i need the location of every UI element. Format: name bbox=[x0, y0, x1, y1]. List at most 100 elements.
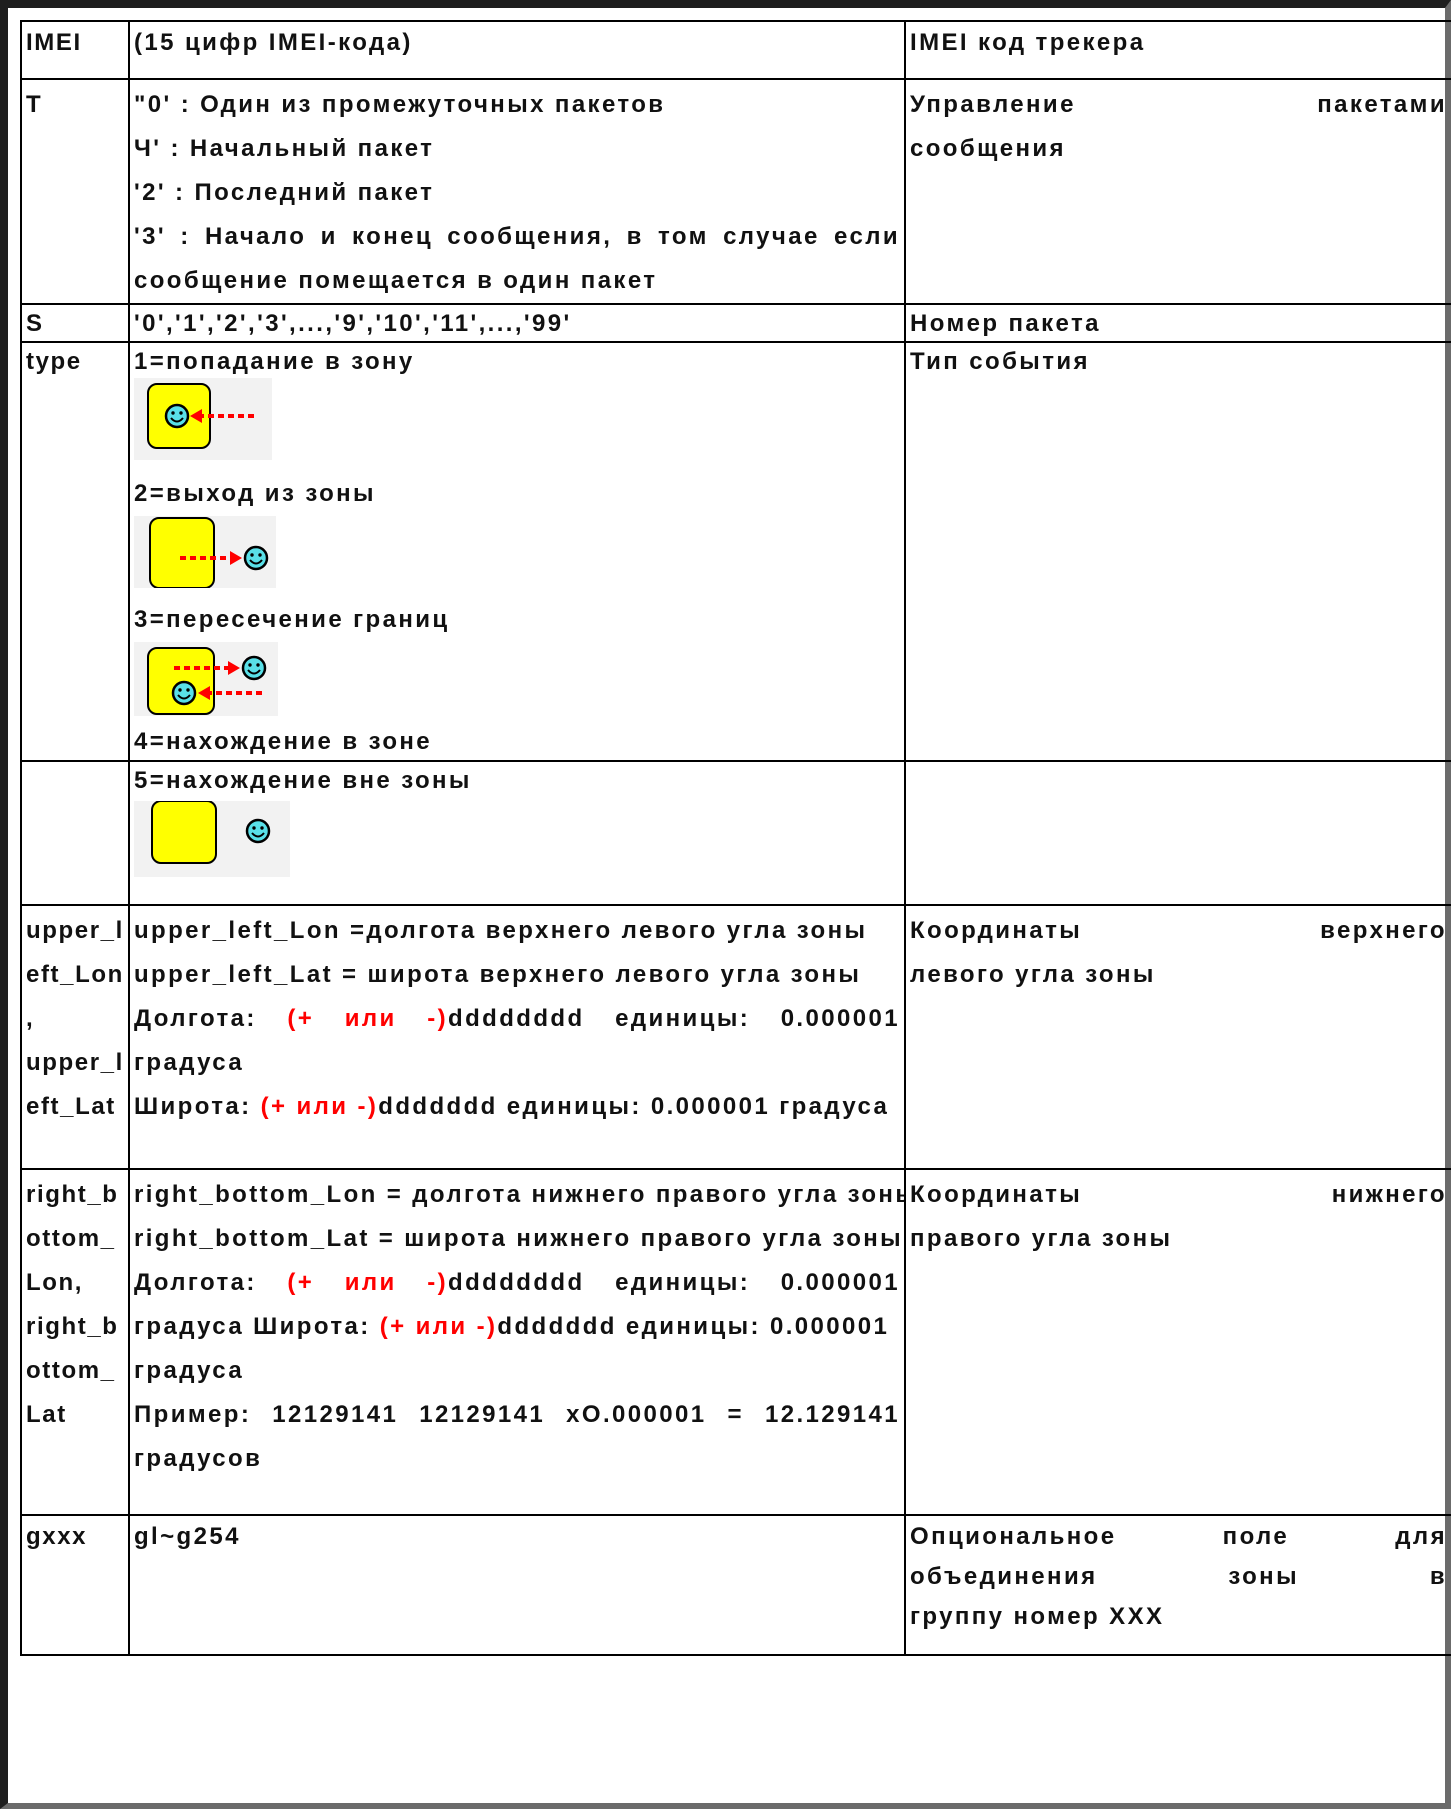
field-name: S bbox=[26, 310, 44, 337]
example-line: Пример: 12129141 12129141 xO.000001 = 12… bbox=[134, 1401, 900, 1428]
description-text: Тип события bbox=[910, 348, 1090, 375]
example-line: градусов bbox=[134, 1445, 263, 1472]
description-line: объединения зоны в bbox=[910, 1563, 1447, 1590]
value-text: (15 цифр IMEI-кода) bbox=[134, 29, 413, 56]
table-row-outside-zone: 5=нахождение вне зоны bbox=[20, 760, 1451, 906]
description-cell bbox=[904, 760, 1451, 906]
field-name-line: ottom_ bbox=[26, 1357, 116, 1384]
value-line: right_bottom_Lon = долгота нижнего право… bbox=[134, 1181, 905, 1208]
field-name-cell: IMEI bbox=[20, 20, 130, 80]
table-row-t: T "0' : Один из промежуточных пакетов Ч'… bbox=[20, 78, 1451, 305]
description-cell: Координаты нижнего правого угла зоны bbox=[904, 1168, 1451, 1516]
event-label: 5=нахождение вне зоны bbox=[134, 767, 472, 794]
value-text: gl~g254 bbox=[134, 1523, 241, 1550]
event-label: 2=выход из зоны bbox=[134, 480, 376, 507]
description-cell: Координаты верхнего левого угла зоны bbox=[904, 904, 1451, 1170]
sign-note: (+ или -) bbox=[287, 1005, 449, 1032]
longitude-label: Долгота: bbox=[134, 1269, 257, 1296]
field-name-cell: gxxx bbox=[20, 1514, 130, 1656]
value-line: Долгота: (+ или -)dddddddd единицы: 0.00… bbox=[134, 997, 900, 1041]
field-name-line: upper_l bbox=[26, 1049, 124, 1076]
field-name-cell: T bbox=[20, 78, 130, 305]
value-cell: '0','1','2','3',...,'9','10','11',...,'9… bbox=[128, 303, 906, 343]
description-cell: IMEI код трекера bbox=[904, 20, 1451, 80]
table-row-upper-left: upper_l eft_Lon , upper_l eft_Lat upper_… bbox=[20, 904, 1451, 1170]
longitude-format: dddddddd единицы: 0.000001 bbox=[448, 1269, 900, 1296]
value-line: градуса bbox=[134, 1049, 245, 1076]
table-row-gxxx: gxxx gl~g254 Опциональное поле для объед… bbox=[20, 1514, 1451, 1656]
description-line: сообщения bbox=[910, 135, 1066, 162]
field-name-line: eft_Lat bbox=[26, 1093, 116, 1120]
event-label: 4=нахождение в зоне bbox=[134, 728, 433, 755]
field-name: gxxx bbox=[26, 1523, 88, 1550]
description-text: IMEI код трекера bbox=[910, 29, 1146, 56]
value-cell: right_bottom_Lon = долгота нижнего право… bbox=[128, 1168, 906, 1516]
field-name-line: Lat bbox=[26, 1401, 67, 1428]
field-name-line: ottom_ bbox=[26, 1225, 116, 1252]
longitude-label: Долгота: bbox=[134, 1005, 257, 1032]
description-cell: Опциональное поле для объединения зоны в… bbox=[904, 1514, 1451, 1656]
description-line: левого угла зоны bbox=[910, 961, 1156, 988]
exit-zone-icon bbox=[134, 516, 900, 588]
value-line: Ч' : Начальный пакет bbox=[134, 135, 435, 162]
sign-note: (+ или -) bbox=[379, 1313, 498, 1340]
value-line: upper_left_Lat = широта верхнего левого … bbox=[134, 961, 862, 988]
value-cell: 1=попадание в зону 2=выход из зоны 3=пер… bbox=[128, 341, 906, 762]
value-cell: upper_left_Lon =долгота верхнего левого … bbox=[128, 904, 906, 1170]
outside-zone-icon bbox=[134, 801, 900, 877]
description-text: Номер пакета bbox=[910, 310, 1101, 337]
value-text: '0','1','2','3',...,'9','10','11',...,'9… bbox=[134, 310, 572, 337]
field-name-cell: upper_l eft_Lon , upper_l eft_Lat bbox=[20, 904, 130, 1170]
latitude-format: ddddddd единицы: 0.000001 градуса bbox=[378, 1093, 890, 1120]
table-row-type: type 1=попадание в зону 2=выход из зоны bbox=[20, 341, 1451, 762]
value-line: '2' : Последний пакет bbox=[134, 179, 435, 206]
longitude-format: dddddddd единицы: 0.000001 bbox=[448, 1005, 900, 1032]
field-name-cell: type bbox=[20, 341, 130, 762]
description-line: группу номер XXX bbox=[910, 1603, 1165, 1630]
table-row-s: S '0','1','2','3',...,'9','10','11',...,… bbox=[20, 303, 1451, 343]
value-line: градуса Широта: (+ или -)ddddddd единицы… bbox=[134, 1305, 900, 1349]
value-cell: 5=нахождение вне зоны bbox=[128, 760, 906, 906]
field-name-line: upper_l bbox=[26, 917, 124, 944]
field-name-line: right_b bbox=[26, 1313, 119, 1340]
description-cell: Номер пакета bbox=[904, 303, 1451, 343]
latitude-label: Широта: bbox=[134, 1093, 252, 1120]
table-row-right-bottom: right_b ottom_ Lon, right_b ottom_ Lat r… bbox=[20, 1168, 1451, 1516]
value-cell: "0' : Один из промежуточных пакетов Ч' :… bbox=[128, 78, 906, 305]
event-label: 3=пересечение границ bbox=[134, 606, 450, 633]
value-line: градуса bbox=[134, 1357, 245, 1384]
field-name-line: , bbox=[26, 1005, 35, 1032]
cross-border-icon bbox=[134, 642, 900, 716]
field-name: IMEI bbox=[26, 29, 82, 56]
description-line: правого угла зоны bbox=[910, 1225, 1173, 1252]
field-name-line: Lon, bbox=[26, 1269, 84, 1296]
table-row-imei: IMEI (15 цифр IMEI-кода) IMEI код трекер… bbox=[20, 20, 1451, 80]
field-name: type bbox=[26, 348, 82, 375]
geofence-field-table: IMEI (15 цифр IMEI-кода) IMEI код трекер… bbox=[20, 20, 1451, 1656]
latitude-label: градуса Широта: bbox=[134, 1313, 371, 1340]
field-name: T bbox=[26, 91, 43, 118]
description-line: Координаты нижнего bbox=[910, 1181, 1447, 1208]
description-line: Опциональное поле для bbox=[910, 1523, 1447, 1550]
description-line: Координаты верхнего bbox=[910, 917, 1447, 944]
field-name-line: right_b bbox=[26, 1181, 119, 1208]
value-line: right_bottom_Lat = широта нижнего правог… bbox=[134, 1225, 904, 1252]
description-line: Управление пакетами bbox=[910, 91, 1447, 118]
event-label: 1=попадание в зону bbox=[134, 348, 415, 375]
field-name-cell: S bbox=[20, 303, 130, 343]
field-name-cell: right_b ottom_ Lon, right_b ottom_ Lat bbox=[20, 1168, 130, 1516]
latitude-format: ddddddd единицы: 0.000001 bbox=[497, 1313, 890, 1340]
enter-zone-icon bbox=[134, 378, 900, 460]
value-cell: (15 цифр IMEI-кода) bbox=[128, 20, 906, 80]
value-line: upper_left_Lon =долгота верхнего левого … bbox=[134, 917, 868, 944]
value-line: '3' : Начало и конец сообщения, в том сл… bbox=[134, 223, 900, 250]
description-cell: Управление пакетами сообщения bbox=[904, 78, 1451, 305]
value-line: Долгота: (+ или -)dddddddd единицы: 0.00… bbox=[134, 1261, 900, 1305]
value-cell: gl~g254 bbox=[128, 1514, 906, 1656]
sign-note: (+ или -) bbox=[287, 1269, 449, 1296]
value-line: "0' : Один из промежуточных пакетов bbox=[134, 91, 666, 118]
field-name-cell bbox=[20, 760, 130, 906]
value-line: Широта: (+ или -)ddddddd единицы: 0.0000… bbox=[134, 1085, 900, 1129]
value-line: сообщение помещается в один пакет bbox=[134, 267, 658, 294]
field-name-line: eft_Lon bbox=[26, 961, 124, 988]
